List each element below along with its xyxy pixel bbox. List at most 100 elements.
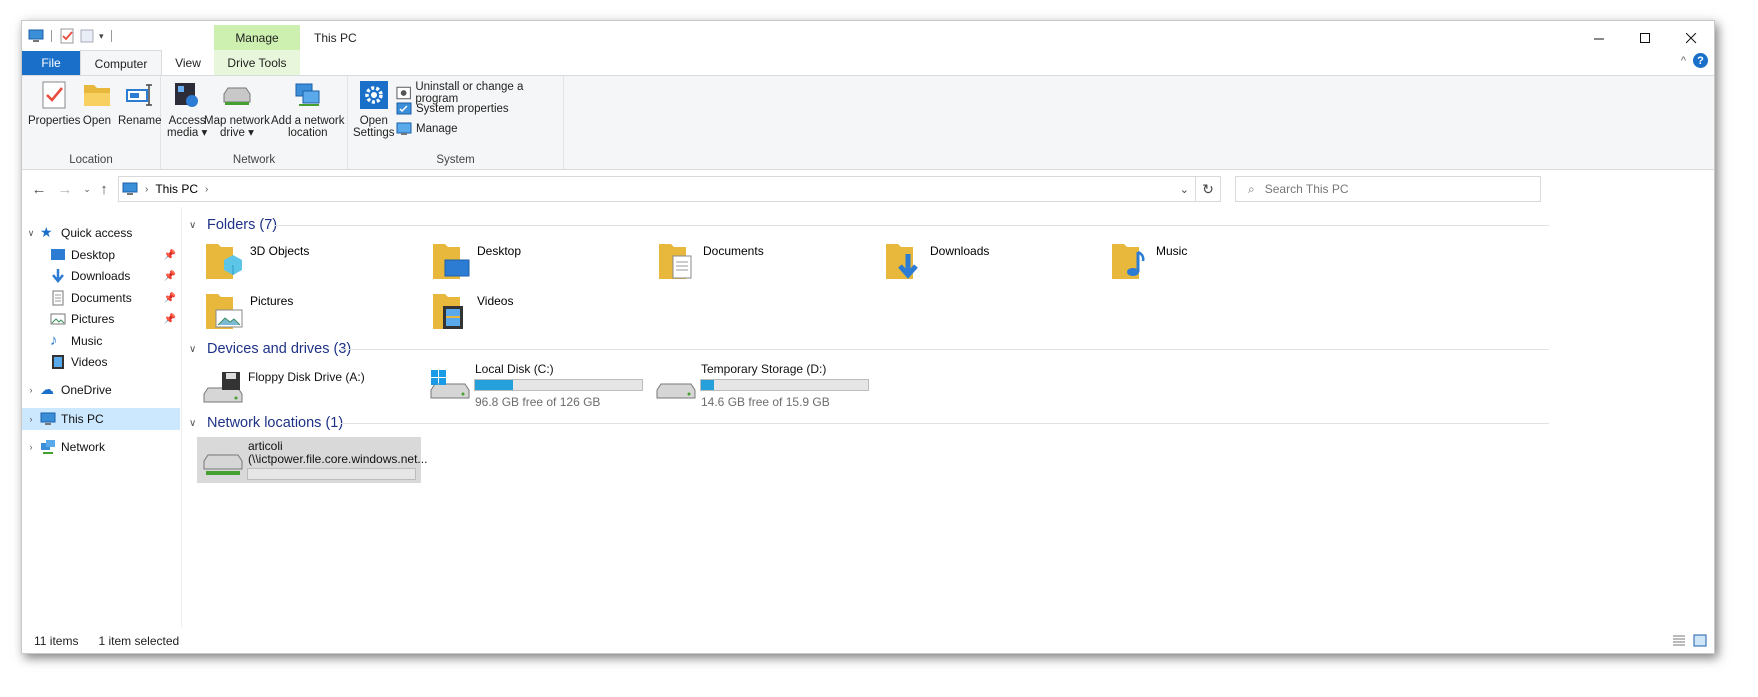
collapse-chevron-icon: ∨ xyxy=(189,417,197,429)
access-media-button[interactable]: Access media ▾ xyxy=(167,79,207,139)
3d-objects-folder-icon xyxy=(206,244,242,279)
search-input[interactable]: ⌕ Search This PC xyxy=(1235,176,1541,202)
refresh-icon: ↻ xyxy=(1202,180,1214,197)
collapse-chevron-icon: ∨ xyxy=(189,343,197,355)
system-group: Open Settings Uninstall or change a prog… xyxy=(348,76,564,169)
breadcrumb-chevron-icon[interactable]: › xyxy=(205,184,208,195)
location-group: Properties Open Rename Location xyxy=(22,76,161,169)
breadcrumb-separator-icon: › xyxy=(145,183,149,195)
windows-drive-icon xyxy=(430,370,470,399)
devices-section-header[interactable]: ∨ Devices and drives (3) xyxy=(189,338,1549,360)
this-pc-icon xyxy=(122,182,138,195)
this-pc-icon[interactable] xyxy=(28,28,44,44)
cloud-icon: ☁ xyxy=(40,381,54,397)
tab-computer[interactable]: Computer xyxy=(80,50,162,76)
network-icon xyxy=(41,440,55,454)
breadcrumb-this-pc[interactable]: This PC xyxy=(155,182,198,196)
nav-onedrive[interactable]: › ☁ OneDrive xyxy=(22,379,180,401)
desktop-folder-icon xyxy=(433,244,470,279)
collapse-ribbon-icon[interactable]: ^ xyxy=(1681,55,1686,67)
back-button[interactable]: ← xyxy=(29,179,49,199)
add-network-location-button[interactable]: Add a network location xyxy=(271,79,345,139)
rename-button[interactable]: Rename xyxy=(118,79,161,127)
tab-view[interactable]: View xyxy=(162,50,214,76)
network-section-header[interactable]: ∨ Network locations (1) xyxy=(189,412,1549,434)
tab-drive-tools[interactable]: Drive Tools xyxy=(214,50,300,76)
manage-button[interactable]: Manage xyxy=(396,121,458,137)
nav-item-documents[interactable]: Documents 📌 xyxy=(22,287,180,309)
properties-button[interactable]: Properties xyxy=(28,79,80,127)
folder-desktop[interactable]: Desktop xyxy=(431,240,521,282)
nav-quick-access[interactable]: ∨ ★ Quick access xyxy=(22,222,180,244)
open-button[interactable]: Open xyxy=(81,79,113,127)
folder-videos[interactable]: Videos xyxy=(431,290,513,332)
explorer-window: ▾ Manage This PC File Computer View Driv… xyxy=(21,20,1715,654)
folder-downloads[interactable]: Downloads xyxy=(884,240,989,282)
pin-icon[interactable]: 📌 xyxy=(164,314,176,325)
nav-network[interactable]: › Network xyxy=(22,436,180,458)
help-icon[interactable]: ? xyxy=(1693,53,1708,68)
nav-item-downloads[interactable]: Downloads 📌 xyxy=(22,265,180,287)
hard-drive-icon xyxy=(656,383,696,399)
documents-folder-icon xyxy=(659,244,692,279)
properties-icon[interactable] xyxy=(59,28,75,44)
folder-documents[interactable]: Documents xyxy=(657,240,764,282)
large-icons-view-icon[interactable] xyxy=(1693,634,1707,647)
expand-chevron-icon[interactable]: ∨ xyxy=(22,228,40,239)
back-arrow-icon: ← xyxy=(31,180,47,198)
pin-icon[interactable]: 📌 xyxy=(164,250,176,261)
nav-item-videos[interactable]: Videos xyxy=(22,351,180,373)
pin-icon[interactable]: 📌 xyxy=(164,293,176,304)
drive-d-usage-fill xyxy=(701,380,715,390)
drive-floppy[interactable]: Floppy Disk Drive (A:) xyxy=(202,366,412,410)
details-view-icon[interactable] xyxy=(1672,634,1686,647)
new-folder-icon[interactable] xyxy=(79,28,95,44)
pin-icon[interactable]: 📌 xyxy=(164,271,176,282)
quick-access-toolbar: ▾ xyxy=(28,28,115,44)
customize-qat-icon[interactable]: ▾ xyxy=(99,31,104,42)
close-icon xyxy=(1685,32,1696,43)
forward-button[interactable]: → xyxy=(55,179,75,199)
floppy-drive-icon xyxy=(203,372,243,403)
nav-item-music[interactable]: ♪ Music xyxy=(22,330,180,352)
drive-d-usage-bar xyxy=(700,379,869,391)
nav-this-pc[interactable]: › This PC xyxy=(22,408,180,430)
drive-c-usage-bar xyxy=(474,379,643,391)
folders-section-header[interactable]: ∨ Folders (7) xyxy=(189,214,1549,236)
refresh-button[interactable]: ↻ xyxy=(1195,176,1221,202)
navigation-bar: ← → ⌄ ↑ › This PC › ⌄ ↻ ⌕ Search This PC xyxy=(22,171,1714,207)
drive-c[interactable]: Local Disk (C:) 96.8 GB free of 126 GB xyxy=(429,362,647,409)
expand-chevron-icon[interactable]: › xyxy=(22,442,40,452)
address-dropdown-icon[interactable]: ⌄ xyxy=(1180,183,1189,196)
this-pc-icon xyxy=(40,412,56,425)
drive-d[interactable]: Temporary Storage (D:) 14.6 GB free of 1… xyxy=(655,362,873,409)
search-icon: ⌕ xyxy=(1248,181,1255,196)
up-button[interactable]: ↑ xyxy=(94,179,114,199)
chevron-down-icon: ⌄ xyxy=(83,183,91,194)
pictures-icon xyxy=(50,313,66,325)
system-properties-button[interactable]: System properties xyxy=(396,101,509,117)
folder-music[interactable]: Music xyxy=(1110,240,1187,282)
uninstall-icon xyxy=(396,86,411,100)
nav-item-desktop[interactable]: Desktop 📌 xyxy=(22,244,180,266)
nav-item-pictures[interactable]: Pictures 📌 xyxy=(22,308,180,330)
documents-icon xyxy=(52,290,64,306)
expand-chevron-icon[interactable]: › xyxy=(22,385,40,395)
address-bar[interactable]: › This PC › ⌄ xyxy=(118,176,1196,202)
star-icon: ★ xyxy=(40,224,53,240)
folder-pictures[interactable]: Pictures xyxy=(204,290,293,332)
location-group-label: Location xyxy=(69,154,113,166)
forward-arrow-icon: → xyxy=(57,180,73,198)
maximize-icon xyxy=(1639,32,1650,43)
manage-icon xyxy=(396,122,412,135)
tab-file[interactable]: File xyxy=(22,51,80,75)
music-note-icon: ♪ xyxy=(50,332,58,349)
open-settings-button[interactable]: Open Settings xyxy=(353,79,395,139)
manage-context-header: Manage xyxy=(214,25,300,50)
network-location-articoli[interactable]: articoli (\\ictpower.file.core.windows.n… xyxy=(197,437,427,483)
content-area: ∨ Folders (7) ∨ Devices and drives (3) ∨… xyxy=(184,207,1714,627)
folder-3d-objects[interactable]: 3D Objects xyxy=(204,240,309,282)
pictures-folder-icon xyxy=(206,294,243,329)
expand-chevron-icon[interactable]: › xyxy=(22,414,40,424)
map-network-drive-button[interactable]: Map network drive ▾ xyxy=(204,79,270,139)
